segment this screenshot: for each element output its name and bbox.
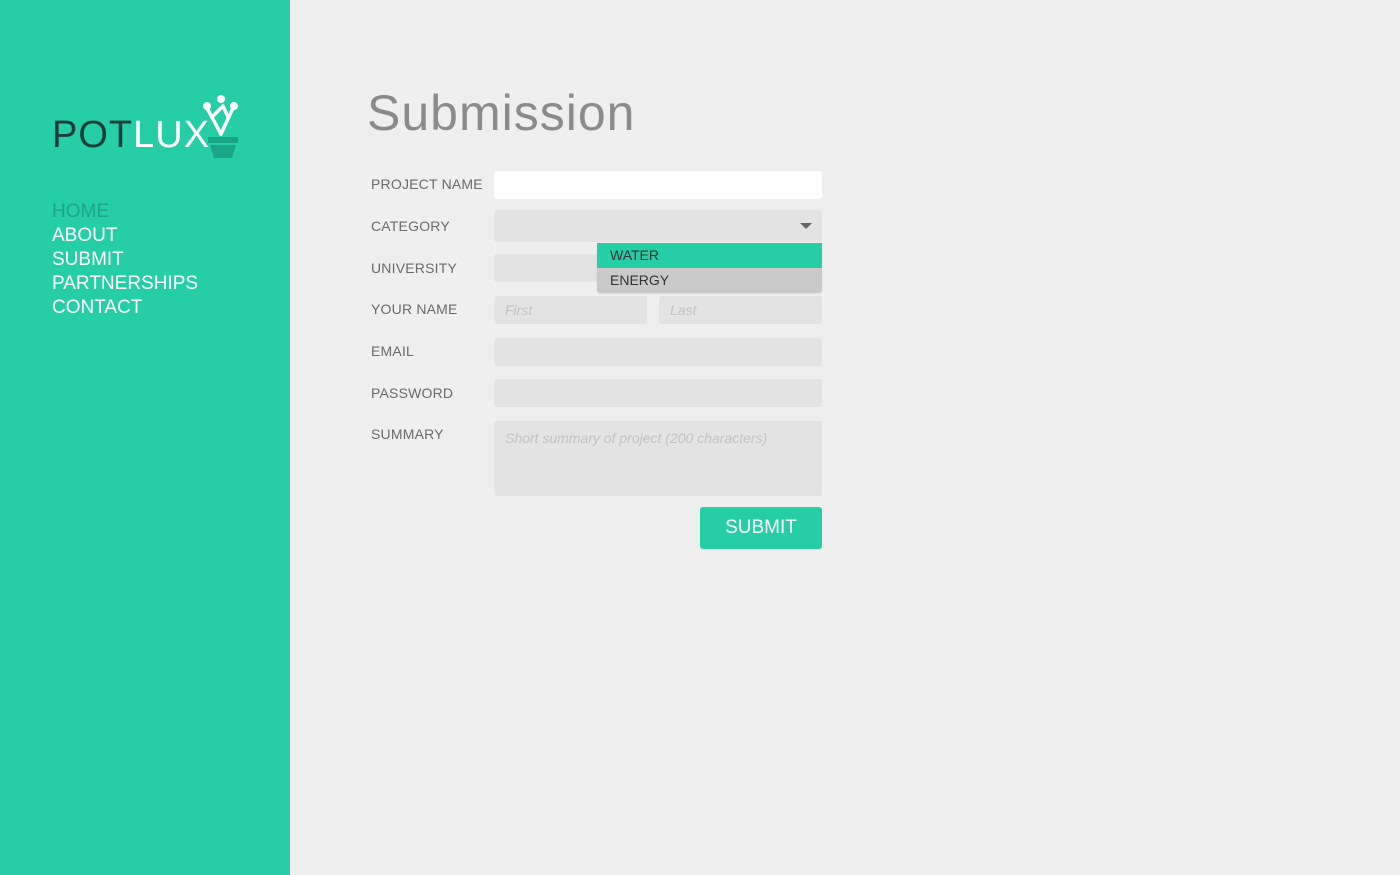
main-nav: HOME ABOUT SUBMIT PARTNERSHIPS CONTACT xyxy=(52,200,198,320)
logo-wordmark: POTLUX xyxy=(52,116,210,154)
email-label: EMAIL xyxy=(371,343,415,359)
submit-button[interactable]: SUBMIT xyxy=(700,507,822,549)
project-name-input[interactable] xyxy=(494,171,822,199)
nav-item-home[interactable]: HOME xyxy=(52,200,198,224)
university-label: UNIVERSITY xyxy=(371,260,458,276)
nav-item-contact[interactable]: CONTACT xyxy=(52,296,198,320)
page-title: Submission xyxy=(367,85,636,141)
category-option-water[interactable]: WATER xyxy=(597,243,822,268)
logo[interactable]: POTLUX xyxy=(52,94,252,164)
nav-item-about[interactable]: ABOUT xyxy=(52,224,198,248)
category-dropdown: WATER ENERGY xyxy=(597,243,822,293)
summary-textarea[interactable] xyxy=(494,421,822,496)
category-label: CATEGORY xyxy=(371,218,450,234)
your-name-label: YOUR NAME xyxy=(371,301,458,317)
summary-label: SUMMARY xyxy=(371,426,444,442)
nav-item-partnerships[interactable]: PARTNERSHIPS xyxy=(52,272,198,296)
password-field[interactable] xyxy=(494,379,822,407)
password-label: PASSWORD xyxy=(371,385,454,401)
email-field[interactable] xyxy=(494,338,822,366)
logo-text-pot: POT xyxy=(52,114,134,156)
first-name-input[interactable] xyxy=(494,296,647,324)
sidebar: POTLUX HOME ABOUT SUBMIT PARTNERSHIPS CO… xyxy=(0,0,290,875)
nav-item-submit[interactable]: SUBMIT xyxy=(52,248,198,272)
category-option-energy[interactable]: ENERGY xyxy=(597,268,822,293)
last-name-input[interactable] xyxy=(659,296,822,324)
logo-text-lux: LUX xyxy=(133,114,211,156)
plant-pot-icon xyxy=(203,95,238,158)
chevron-down-icon[interactable] xyxy=(800,223,812,229)
project-name-label: PROJECT NAME xyxy=(371,176,483,192)
category-select[interactable] xyxy=(494,210,822,242)
